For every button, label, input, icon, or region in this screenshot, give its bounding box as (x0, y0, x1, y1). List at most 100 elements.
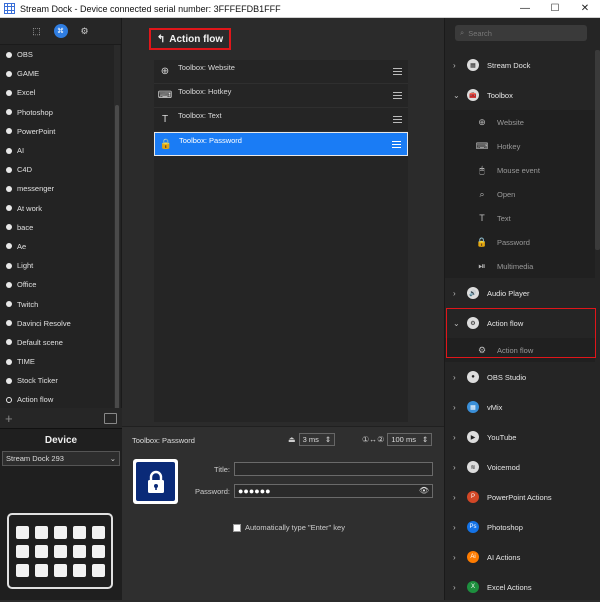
scene-item[interactable]: OBS (0, 45, 114, 64)
chevron-right-icon[interactable]: › (453, 493, 463, 502)
scene-item[interactable]: Office (0, 275, 114, 294)
scene-item[interactable]: PowerPoint (0, 122, 114, 141)
scene-item[interactable]: C4D (0, 160, 114, 179)
scene-item[interactable]: Default scene (0, 333, 114, 352)
scene-item[interactable]: messenger (0, 179, 114, 198)
category-obs-studio[interactable]: › ● OBS Studio (445, 362, 595, 392)
action-item[interactable]: 🔒 Toolbox: Password (154, 132, 408, 156)
scene-scrollbar-thumb[interactable] (115, 105, 119, 425)
drag-handle-icon[interactable] (393, 92, 402, 99)
scene-item[interactable]: Stock Ticker (0, 371, 114, 390)
chevron-down-icon[interactable]: ⌄ (453, 91, 463, 100)
password-input[interactable] (234, 484, 433, 498)
device-key[interactable] (53, 544, 67, 558)
search-input[interactable]: Search (468, 29, 492, 38)
device-key[interactable] (91, 525, 105, 539)
library-scrollbar[interactable] (595, 50, 600, 250)
minimize-button[interactable]: — (510, 3, 540, 14)
keyboard-settings-icon[interactable] (104, 412, 117, 424)
category-action-flow[interactable]: ⌄ ⚙ Action flow (445, 308, 595, 338)
scene-scrollbar[interactable] (114, 45, 120, 425)
device-key[interactable] (15, 544, 29, 558)
scene-item[interactable]: Excel (0, 83, 114, 102)
action-item[interactable]: T Toolbox: Text (154, 108, 408, 132)
device-key[interactable] (15, 525, 29, 539)
scene-item[interactable]: AI (0, 141, 114, 160)
chevron-right-icon[interactable]: › (453, 289, 463, 298)
device-key[interactable] (72, 563, 86, 577)
action-action-flow[interactable]: ⚙ Action flow (445, 338, 595, 362)
device-key[interactable] (15, 563, 29, 577)
category-vmix[interactable]: › ▦ vMix (445, 392, 595, 422)
device-key[interactable] (91, 544, 105, 558)
category-ai-actions[interactable]: › Ai AI Actions (445, 542, 595, 572)
action-multimedia[interactable]: ⏯ Multimedia (445, 254, 595, 278)
title-input[interactable] (234, 462, 433, 476)
interval-input[interactable]: 100 ms ⇕ (387, 433, 433, 446)
spinner-icon[interactable]: ⇕ (422, 435, 428, 444)
device-key[interactable] (72, 544, 86, 558)
auto-enter-checkbox[interactable] (233, 523, 241, 532)
category-photoshop[interactable]: › Ps Photoshop (445, 512, 595, 542)
drag-handle-icon[interactable] (393, 116, 402, 123)
device-key[interactable] (53, 563, 67, 577)
action-item[interactable]: ⊕ Toolbox: Website (154, 60, 408, 84)
eye-icon[interactable]: 👁 (419, 486, 429, 495)
category-stream-dock[interactable]: › ▦ Stream Dock (445, 50, 595, 80)
action-website[interactable]: ⊕ Website (445, 110, 595, 134)
add-scene-button[interactable]: + (5, 411, 13, 426)
gear-icon[interactable]: ⚙ (78, 24, 92, 38)
device-key[interactable] (34, 563, 48, 577)
action-text[interactable]: T Text (445, 206, 595, 230)
search-box[interactable]: ⌕ Search (455, 25, 587, 41)
scene-item[interactable]: Action flow (0, 390, 114, 409)
chevron-down-icon[interactable]: ⌄ (453, 319, 463, 328)
scene-item[interactable]: Ae (0, 237, 114, 256)
action-password[interactable]: 🔒 Password (445, 230, 595, 254)
delay-control[interactable]: ⏏ 3 ms ⇕ (288, 433, 336, 446)
action-mouse-event[interactable]: 🖱 Mouse event (445, 158, 595, 182)
chevron-right-icon[interactable]: › (453, 61, 463, 70)
spinner-icon[interactable]: ⇕ (325, 435, 331, 444)
category-excel-actions[interactable]: › X Excel Actions (445, 572, 595, 602)
category-youtube[interactable]: › ▶ YouTube (445, 422, 595, 452)
drag-handle-icon[interactable] (393, 68, 402, 75)
device-key[interactable] (91, 563, 105, 577)
chevron-right-icon[interactable]: › (453, 583, 463, 592)
device-key[interactable] (72, 525, 86, 539)
scene-item[interactable]: Light (0, 256, 114, 275)
scene-item[interactable]: bace (0, 218, 114, 237)
action-hotkey[interactable]: ⌨ Hotkey (445, 134, 595, 158)
category-toolbox[interactable]: ⌄ 🧰 Toolbox (445, 80, 595, 110)
action-open[interactable]: ⌕ Open (445, 182, 595, 206)
key-preview-tile[interactable] (133, 459, 178, 504)
device-select[interactable]: Stream Dock 293 ⌄ (2, 451, 120, 466)
scene-item[interactable]: TIME (0, 352, 114, 371)
close-button[interactable]: ✕ (570, 3, 600, 14)
drag-handle-icon[interactable] (392, 141, 401, 148)
chevron-right-icon[interactable]: › (453, 373, 463, 382)
scene-item[interactable]: GAME (0, 64, 114, 83)
category-audio-player[interactable]: › 🔊 Audio Player (445, 278, 595, 308)
maximize-button[interactable]: ☐ (540, 3, 570, 14)
cube-icon[interactable]: ⬚ (30, 24, 44, 38)
device-key[interactable] (34, 525, 48, 539)
scene-item[interactable]: At work (0, 199, 114, 218)
scene-item[interactable]: Davinci Resolve (0, 314, 114, 333)
scene-item[interactable]: Twitch (0, 294, 114, 313)
device-key[interactable] (34, 544, 48, 558)
plugin-store-icon[interactable]: ⌘ (53, 24, 68, 38)
chevron-right-icon[interactable]: › (453, 433, 463, 442)
chevron-right-icon[interactable]: › (453, 523, 463, 532)
scene-item[interactable]: Photoshop (0, 103, 114, 122)
device-key[interactable] (53, 525, 67, 539)
chevron-right-icon[interactable]: › (453, 463, 463, 472)
category-voicemod[interactable]: › ≋ Voicemod (445, 452, 595, 482)
delay-input[interactable]: 3 ms ⇕ (298, 433, 336, 446)
interval-control[interactable]: ①↔② 100 ms ⇕ (362, 433, 433, 446)
action-flow-header[interactable]: ↰ Action flow (149, 28, 231, 50)
chevron-right-icon[interactable]: › (453, 403, 463, 412)
action-item[interactable]: ⌨ Toolbox: Hotkey (154, 84, 408, 108)
category-powerpoint-actions[interactable]: › P PowerPoint Actions (445, 482, 595, 512)
chevron-right-icon[interactable]: › (453, 553, 463, 562)
